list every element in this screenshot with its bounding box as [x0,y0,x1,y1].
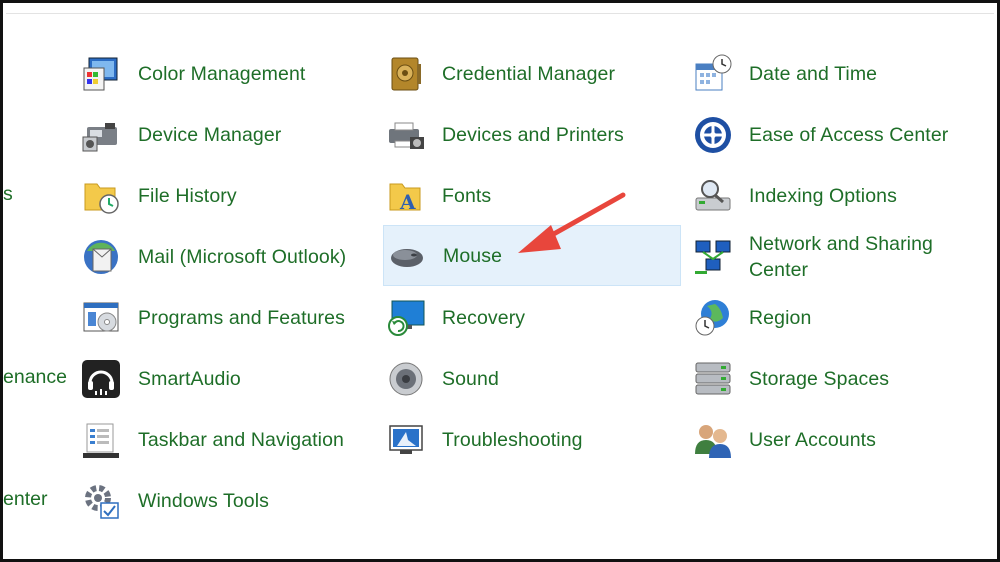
network-icon [693,237,733,277]
control-panel-window: s enance enter Color Management Device M… [0,0,1000,562]
item-label: Storage Spaces [749,367,890,390]
item-label: Device Manager [138,123,282,146]
item-indexing-options[interactable]: Indexing Options [615,165,997,226]
device-manager-icon [81,115,121,155]
item-label: Sound [442,367,499,390]
windows-tools-icon [81,481,121,521]
storage-icon [693,359,733,399]
item-label: Windows Tools [138,489,269,512]
svg-text:A: A [399,190,416,214]
credential-manager-icon [386,54,426,94]
item-label: Ease of Access Center [749,123,949,146]
item-label: Credential Manager [442,62,616,85]
mail-icon [81,237,121,277]
programs-features-icon [81,298,121,338]
item-label: Mouse [443,244,503,267]
item-windows-tools[interactable]: Windows Tools [3,470,381,531]
file-history-icon [81,176,121,216]
item-label: File History [138,184,237,207]
printer-icon [386,115,426,155]
item-label: Indexing Options [749,184,897,207]
mouse-icon [387,236,427,276]
item-label: User Accounts [749,428,877,451]
item-label: SmartAudio [138,367,241,390]
item-label: Color Management [138,62,306,85]
ease-of-access-icon [693,115,733,155]
item-label: Recovery [442,306,526,329]
item-storage-spaces[interactable]: Storage Spaces [615,348,997,409]
header-divider [6,13,994,14]
calendar-clock-icon [693,54,733,94]
color-management-icon [81,54,121,94]
item-user-accounts[interactable]: User Accounts [615,409,997,470]
globe-clock-icon [693,298,733,338]
troubleshooting-icon [386,420,426,460]
item-label: Mail (Microsoft Outlook) [138,245,347,268]
item-date-time[interactable]: Date and Time [615,43,997,104]
item-label: Network and Sharing Center [749,232,933,281]
speaker-icon [386,359,426,399]
item-label: Devices and Printers [442,123,624,146]
smartaudio-icon [81,359,121,399]
item-network-sharing[interactable]: Network and Sharing Center [615,226,997,287]
item-region[interactable]: Region [615,287,997,348]
fonts-icon: A [386,176,426,216]
item-mail[interactable]: Mail (Microsoft Outlook) [3,226,381,287]
item-label: Troubleshooting [442,428,583,451]
item-label: Date and Time [749,62,878,85]
users-icon [693,420,733,460]
item-label: Region [749,306,812,329]
taskbar-icon [81,420,121,460]
item-label: Fonts [442,184,492,207]
recovery-icon [386,298,426,338]
item-ease-of-access[interactable]: Ease of Access Center [615,104,997,165]
indexing-icon [693,176,733,216]
